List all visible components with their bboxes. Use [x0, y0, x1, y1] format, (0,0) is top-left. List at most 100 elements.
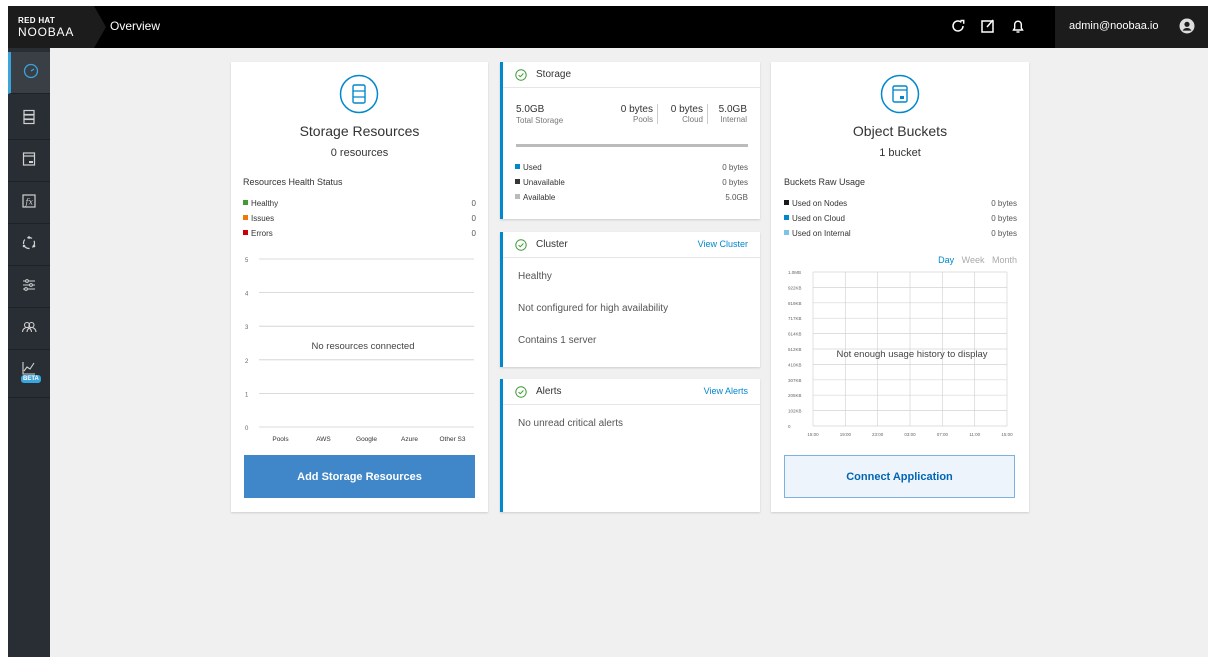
legend-unavailable: Unavailable 0 bytes	[515, 178, 748, 188]
sidebar-item-overview[interactable]	[8, 52, 50, 94]
y-tick-label: 410KB	[788, 362, 802, 367]
y-tick-label: 614KB	[788, 332, 802, 337]
usage-line-chart: 0 102KB 205KB 307KB 410KB 512KB 614KB 717KB 819K…	[788, 270, 1013, 437]
check-circle-icon	[515, 69, 527, 84]
storage-card: Storage 5.0GB Total Storage 0 bytes Pool…	[500, 62, 760, 219]
internal-label: Internal	[720, 115, 747, 124]
legend-value: 0 bytes	[991, 214, 1017, 223]
users-icon	[20, 318, 38, 339]
legend-value: 0 bytes	[722, 178, 748, 187]
object-buckets-title: Object Buckets	[852, 123, 948, 139]
pools-breakdown: 0 bytes Pools	[615, 104, 658, 124]
sidebar-item-accounts[interactable]	[8, 308, 50, 350]
legend-healthy: Healthy 0	[243, 199, 476, 209]
legend-errors: Errors 0	[243, 229, 476, 239]
health-status-title: Resources Health Status	[243, 177, 343, 187]
sidebar: fx BETA	[8, 48, 50, 657]
legend-value: 0	[471, 214, 476, 223]
sidebar-item-management[interactable]	[8, 266, 50, 308]
y-tick-label: 512KB	[788, 347, 802, 352]
sidebar-item-cluster[interactable]	[8, 224, 50, 266]
sidebar-item-functions[interactable]: fx	[8, 182, 50, 224]
bell-icon[interactable]	[1008, 16, 1028, 36]
total-storage-value: 5.0GB	[516, 104, 545, 115]
y-tick-label: 205KB	[788, 393, 802, 398]
sidebar-item-analytics[interactable]: BETA	[8, 350, 50, 398]
bucket-icon	[880, 74, 920, 117]
legend-label: Errors	[251, 229, 273, 238]
add-storage-resources-button[interactable]: Add Storage Resources	[244, 455, 475, 498]
legend-value: 5.0GB	[725, 193, 748, 202]
brand-top-text: RED HAT	[18, 16, 56, 25]
cluster-servers-text: Contains 1 server	[518, 335, 597, 346]
x-tick-label: AWS	[316, 436, 331, 443]
x-tick-label: 03:00	[904, 432, 916, 437]
legend-value: 0	[471, 199, 476, 208]
legend-label: Used on Internal	[792, 229, 851, 238]
legend-swatch	[515, 194, 520, 199]
range-week[interactable]: Week	[962, 255, 985, 265]
beta-badge: BETA	[21, 375, 41, 383]
cluster-health-text: Healthy	[518, 271, 552, 282]
storage-resources-title: Storage Resources	[299, 123, 420, 139]
legend-used-on-nodes: Used on Nodes 0 bytes	[784, 199, 1017, 209]
cloud-value: 0 bytes	[670, 104, 703, 115]
svg-text:fx: fx	[25, 198, 34, 207]
legend-used-on-cloud: Used on Cloud 0 bytes	[784, 214, 1017, 224]
app-window: RED HAT NOOBAA Overview admin@noobaa.io	[8, 6, 1208, 657]
cluster-card-header: Cluster View Cluster	[503, 232, 760, 258]
sidebar-item-buckets[interactable]	[8, 140, 50, 182]
x-tick-label: 07:00	[937, 432, 949, 437]
x-tick-label: 15:00	[1001, 432, 1013, 437]
object-buckets-card: Object Buckets 1 bucket Buckets Raw Usag…	[771, 62, 1029, 512]
user-menu[interactable]: admin@noobaa.io	[1055, 6, 1208, 48]
x-tick-label: 23:00	[872, 432, 884, 437]
legend-issues: Issues 0	[243, 214, 476, 224]
cloud-breakdown: 0 bytes Cloud	[663, 104, 708, 124]
alerts-card: Alerts View Alerts No unread critical al…	[500, 379, 760, 512]
cluster-ha-text: Not configured for high availability	[518, 303, 669, 314]
sliders-icon	[20, 276, 38, 297]
total-storage-label: Total Storage	[516, 116, 564, 125]
view-alerts-link[interactable]: View Alerts	[704, 386, 748, 396]
user-icon	[1179, 18, 1195, 37]
storage-resources-count: 0 resources	[330, 147, 389, 159]
page-title: Overview	[110, 19, 161, 33]
bucket-icon	[20, 150, 38, 171]
view-cluster-link[interactable]: View Cluster	[698, 239, 748, 249]
legend-label: Issues	[251, 214, 275, 223]
legend-swatch	[243, 230, 248, 235]
range-day[interactable]: Day	[938, 255, 954, 265]
legend-label: Available	[523, 193, 556, 202]
refresh-icon[interactable]	[948, 16, 968, 36]
connect-application-button[interactable]: Connect Application	[784, 455, 1015, 498]
sidebar-item-resources[interactable]	[8, 98, 50, 140]
edit-icon[interactable]	[978, 16, 998, 36]
legend-value: 0	[471, 229, 476, 238]
storage-card-header: Storage	[503, 62, 760, 88]
internal-value: 5.0GB	[718, 104, 747, 115]
range-month[interactable]: Month	[992, 255, 1017, 265]
legend-used: Used 0 bytes	[515, 163, 748, 173]
raw-usage-title: Buckets Raw Usage	[784, 177, 866, 187]
no-resources-message: No resources connected	[312, 341, 415, 352]
storage-card-title: Storage	[536, 69, 572, 80]
x-tick-label: 15:00	[807, 432, 819, 437]
legend-available: Available 5.0GB	[515, 193, 748, 203]
internal-breakdown: 5.0GB Internal	[709, 104, 747, 124]
function-icon: fx	[20, 192, 38, 213]
cluster-icon	[20, 234, 38, 255]
time-range-toggle: Day Week Month	[938, 255, 1017, 265]
legend-swatch	[515, 179, 520, 184]
check-circle-icon	[515, 386, 527, 401]
legend-value: 0 bytes	[722, 163, 748, 172]
resources-bar-chart: 0 1 2 3 4 5 Pools AWS Google Azure Other S3 No reso…	[245, 258, 474, 443]
brand-logo[interactable]: RED HAT NOOBAA	[8, 6, 94, 48]
y-tick-label: 0	[245, 426, 249, 432]
storage-usage-bar	[516, 144, 748, 147]
legend-swatch	[784, 215, 789, 220]
legend-label: Used on Cloud	[792, 214, 845, 223]
cloud-label: Cloud	[682, 115, 703, 124]
server-icon	[20, 108, 38, 129]
legend-swatch	[784, 200, 789, 205]
